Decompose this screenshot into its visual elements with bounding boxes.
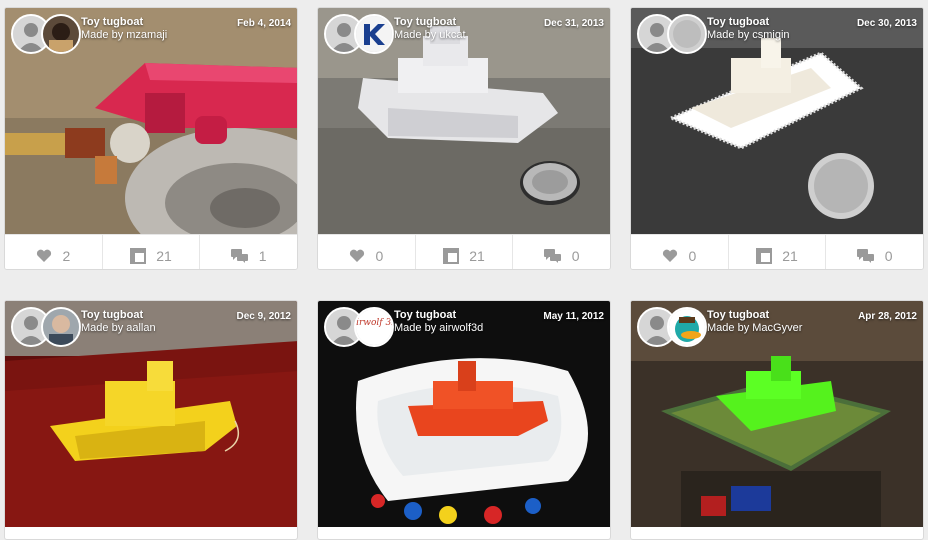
views-button[interactable]: 21	[103, 235, 201, 269]
view-count: 21	[156, 248, 172, 264]
avatar-group	[324, 14, 394, 54]
make-date: Dec 31, 2013	[543, 18, 604, 29]
thing-card[interactable]: Airwolf 3D Toy tugboat Made by airwolf3d…	[317, 300, 611, 540]
layout-icon	[443, 248, 460, 264]
make-date: Dec 9, 2012	[236, 311, 292, 322]
card-meta: Toy tugboat Made by ukcat	[394, 16, 466, 42]
avatar-group	[637, 14, 707, 54]
thing-title[interactable]: Toy tugboat	[707, 309, 802, 322]
card-meta: Toy tugboat Made by mzamaji	[81, 16, 167, 42]
like-count: 0	[375, 248, 384, 264]
thing-card[interactable]: Toy tugboat Made by mzamaji Feb 4, 2014 …	[4, 7, 298, 270]
view-count: 21	[469, 248, 485, 264]
like-button[interactable]: 2	[5, 235, 103, 269]
comment-count: 1	[258, 248, 267, 264]
heart-icon	[350, 249, 365, 262]
make-date: Feb 4, 2014	[237, 18, 291, 29]
thing-title[interactable]: Toy tugboat	[394, 309, 483, 322]
thing-card[interactable]: Toy tugboat Made by aallan Dec 9, 2012	[4, 300, 298, 540]
maker-avatar[interactable]: Airwolf 3D	[354, 307, 394, 347]
make-date: Dec 30, 2013	[856, 18, 917, 29]
layout-icon	[130, 248, 147, 264]
maker-avatar[interactable]	[41, 307, 81, 347]
comments-button[interactable]: 1	[200, 235, 297, 269]
maker-name[interactable]: Made by airwolf3d	[394, 322, 483, 335]
like-count: 0	[688, 248, 697, 264]
maker-avatar[interactable]	[354, 14, 394, 54]
thing-card[interactable]: Toy tugboat Made by csmigin Dec 30, 2013…	[630, 7, 924, 270]
maker-avatar[interactable]	[667, 14, 707, 54]
card-stats: 0 21 0	[318, 234, 610, 269]
maker-name[interactable]: Made by csmigin	[707, 29, 790, 42]
heart-icon	[37, 249, 52, 262]
card-meta: Toy tugboat Made by csmigin	[707, 16, 790, 42]
avatar-group: Airwolf 3D	[324, 307, 394, 347]
maker-avatar[interactable]	[667, 307, 707, 347]
thing-title[interactable]: Toy tugboat	[394, 16, 466, 29]
comment-count: 0	[571, 248, 580, 264]
card-meta: Toy tugboat Made by aallan	[81, 309, 156, 335]
maker-name[interactable]: Made by mzamaji	[81, 29, 167, 42]
card-stats: 2 21 1	[5, 234, 297, 269]
maker-name[interactable]: Made by ukcat	[394, 29, 466, 42]
avatar-group	[11, 14, 81, 54]
thing-title[interactable]: Toy tugboat	[81, 309, 156, 322]
like-button[interactable]: 0	[318, 235, 416, 269]
comment-count: 0	[884, 248, 893, 264]
maker-avatar[interactable]	[41, 14, 81, 54]
card-meta: Toy tugboat Made by airwolf3d	[394, 309, 483, 335]
thing-card[interactable]: Toy tugboat Made by MacGyver Apr 28, 201…	[630, 300, 924, 540]
make-date: Apr 28, 2012	[858, 311, 917, 322]
maker-name[interactable]: Made by aallan	[81, 322, 156, 335]
comments-button[interactable]: 0	[513, 235, 610, 269]
avatar-text: Airwolf 3D	[356, 318, 392, 328]
views-button[interactable]: 21	[729, 235, 827, 269]
avatar-group	[637, 307, 707, 347]
views-button[interactable]: 21	[416, 235, 514, 269]
speech-bubbles-icon	[230, 249, 248, 263]
make-date: May 11, 2012	[543, 311, 604, 322]
card-stats: 0 21 0	[631, 234, 923, 269]
thing-card[interactable]: Toy tugboat Made by ukcat Dec 31, 2013 0…	[317, 7, 611, 270]
like-count: 2	[62, 248, 71, 264]
maker-name[interactable]: Made by MacGyver	[707, 322, 802, 335]
speech-bubbles-icon	[543, 249, 561, 263]
comments-button[interactable]: 0	[826, 235, 923, 269]
card-meta: Toy tugboat Made by MacGyver	[707, 309, 802, 335]
thing-title[interactable]: Toy tugboat	[81, 16, 167, 29]
speech-bubbles-icon	[856, 249, 874, 263]
thing-title[interactable]: Toy tugboat	[707, 16, 790, 29]
like-button[interactable]: 0	[631, 235, 729, 269]
view-count: 21	[782, 248, 798, 264]
avatar-group	[11, 307, 81, 347]
heart-icon	[663, 249, 678, 262]
layout-icon	[756, 248, 773, 264]
